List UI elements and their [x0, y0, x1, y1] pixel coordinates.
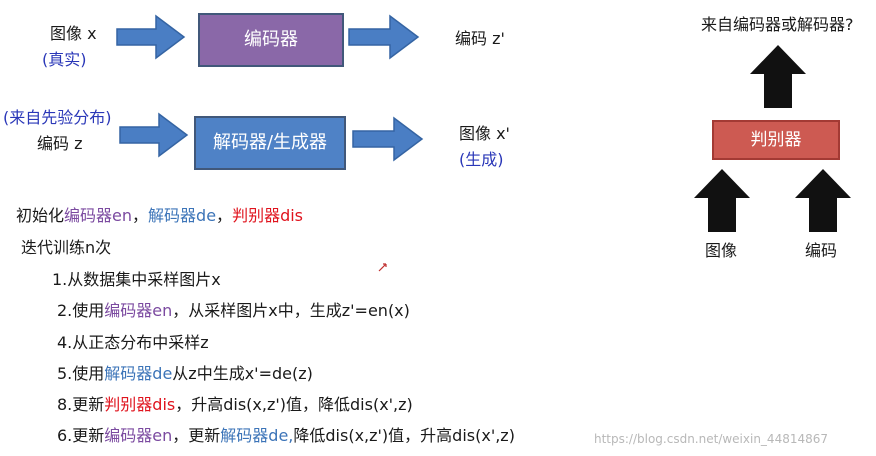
cursor-mark-icon: [378, 263, 387, 272]
arrow-up-code: [795, 169, 851, 232]
step-2-encoder: 编码器en: [104, 301, 173, 320]
loop-line: 迭代训练n次: [21, 238, 112, 257]
init-line: 初始化编码器en，解码器de，判别器dis: [16, 206, 303, 226]
arrow-from-encoder: [348, 14, 420, 60]
arrow-from-decoder: [352, 116, 424, 162]
step-6-c: 降低dis(x,z')值，升高dis(x',z): [293, 426, 515, 445]
disc-input-code-label: 编码: [805, 241, 838, 260]
step-6-a: 6.更新: [57, 426, 105, 445]
arrow-to-encoder: [116, 14, 186, 60]
step-8-discriminator: 判别器dis: [104, 395, 176, 414]
step-8-b: ，升高dis(x,z')值，降低dis(x',z): [175, 395, 413, 414]
code-z-label: 编码 z: [37, 134, 83, 153]
step-5: 5.使用解码器de从z中生成x'=de(z): [57, 364, 313, 384]
init-decoder: 解码器de: [148, 206, 217, 225]
encoder-box: 编码器: [198, 13, 344, 67]
step-1: 1.从数据集中采样图片x: [52, 270, 221, 289]
init-discriminator: 判别器dis: [232, 206, 304, 225]
code-z-prime-label: 编码 z': [455, 29, 505, 48]
step-5-b: 从z中生成x'=de(z): [172, 364, 313, 383]
prior-note: (来自先验分布): [3, 108, 112, 127]
init-prefix: 初始化: [16, 206, 65, 225]
arrow-up-output: [750, 45, 806, 108]
disc-input-image-label: 图像: [705, 241, 738, 260]
step-6-b: ，更新: [172, 426, 221, 445]
watermark: https://blog.csdn.net/weixin_44814867: [594, 432, 829, 446]
real-note: (真实): [42, 50, 87, 69]
generated-note: (生成): [459, 150, 504, 169]
arrow-up-image: [694, 169, 750, 232]
step-2-b: ，从采样图片x中，生成z'=en(x): [172, 301, 410, 320]
input-image-x-label: 图像 x: [50, 24, 97, 43]
step-6-decoder: 解码器de,: [220, 426, 294, 445]
step-8: 8.更新判别器dis，升高dis(x,z')值，降低dis(x',z): [57, 395, 413, 415]
discriminator-box: 判别器: [712, 120, 840, 160]
discriminator-box-label: 判别器: [750, 130, 802, 150]
step-5-a: 5.使用: [57, 364, 105, 383]
init-sep2: ，: [216, 206, 233, 225]
step-6: 6.更新编码器en，更新解码器de,降低dis(x,z')值，升高dis(x',…: [57, 426, 515, 446]
step-6-encoder: 编码器en: [104, 426, 173, 445]
step-8-a: 8.更新: [57, 395, 105, 414]
step-5-decoder: 解码器de: [104, 364, 173, 383]
arrow-to-decoder: [119, 112, 189, 158]
image-x-prime-label: 图像 x': [459, 124, 510, 143]
init-encoder: 编码器en: [64, 206, 133, 225]
encoder-box-label: 编码器: [244, 29, 298, 50]
init-sep1: ，: [132, 206, 149, 225]
discriminator-question: 来自编码器或解码器?: [701, 15, 854, 34]
step-4: 4.从正态分布中采样z: [57, 333, 209, 352]
decoder-box-label: 解码器/生成器: [212, 132, 328, 153]
step-2: 2.使用编码器en，从采样图片x中，生成z'=en(x): [57, 301, 410, 321]
decoder-generator-box: 解码器/生成器: [194, 116, 346, 170]
step-2-a: 2.使用: [57, 301, 105, 320]
